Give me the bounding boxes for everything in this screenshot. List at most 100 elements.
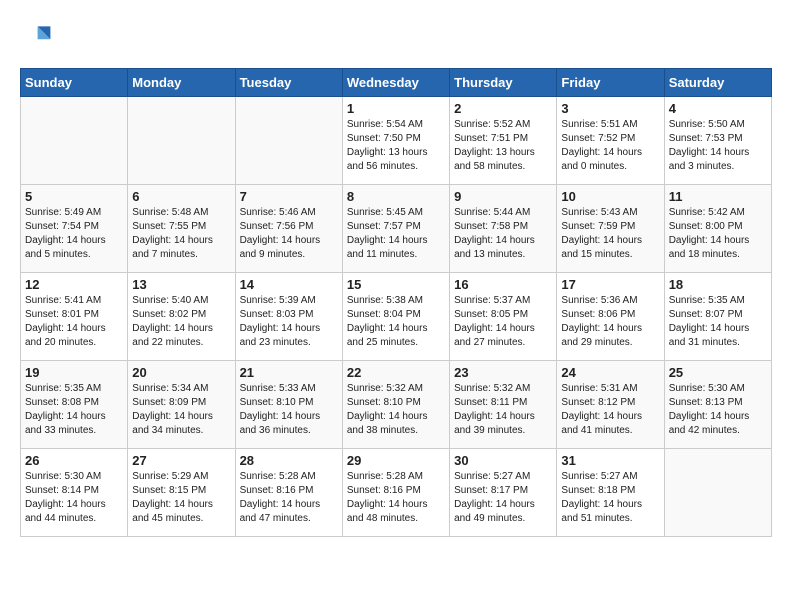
header-wednesday: Wednesday [342,69,449,97]
day-info: Sunrise: 5:40 AM Sunset: 8:02 PM Dayligh… [132,294,230,350]
calendar-day: 10 Sunrise: 5:43 AM Sunset: 7:59 PM Dayli… [557,185,664,273]
day-info: Sunrise: 5:48 AM Sunset: 7:55 PM Dayligh… [132,206,230,262]
calendar-day: 5 Sunrise: 5:49 AM Sunset: 7:54 PM Daylig… [21,185,128,273]
day-number: 27 [132,453,230,468]
calendar-day: 27 Sunrise: 5:29 AM Sunset: 8:15 PM Dayli… [128,449,235,537]
day-number: 29 [347,453,445,468]
calendar-day: 3 Sunrise: 5:51 AM Sunset: 7:52 PM Daylig… [557,97,664,185]
day-number: 13 [132,277,230,292]
calendar-day: 22Sunrise: 5:32 AM Sunset: 8:10 PM Dayli… [342,361,449,449]
calendar-day: 2Sunrise: 5:52 AM Sunset: 7:51 PM Daylig… [450,97,557,185]
logo-icon [20,20,52,52]
calendar-day: 7 Sunrise: 5:46 AM Sunset: 7:56 PM Daylig… [235,185,342,273]
calendar-table: SundayMondayTuesdayWednesdayThursdayFrid… [20,68,772,537]
day-info: Sunrise: 5:50 AM Sunset: 7:53 PM Dayligh… [669,118,767,174]
calendar-day: 26 Sunrise: 5:30 AM Sunset: 8:14 PM Dayli… [21,449,128,537]
calendar-day: 6 Sunrise: 5:48 AM Sunset: 7:55 PM Daylig… [128,185,235,273]
calendar-day: 24 Sunrise: 5:31 AM Sunset: 8:12 PM Dayli… [557,361,664,449]
day-number: 12 [25,277,123,292]
page-header [20,20,772,52]
calendar-day: 12Sunrise: 5:41 AM Sunset: 8:01 PM Dayli… [21,273,128,361]
day-info: Sunrise: 5:27 AM Sunset: 8:17 PM Dayligh… [454,470,552,526]
day-info: Sunrise: 5:37 AM Sunset: 8:05 PM Dayligh… [454,294,552,350]
calendar-day: 13 Sunrise: 5:40 AM Sunset: 8:02 PM Dayli… [128,273,235,361]
day-info: Sunrise: 5:28 AM Sunset: 8:16 PM Dayligh… [347,470,445,526]
calendar-day: 15 Sunrise: 5:38 AM Sunset: 8:04 PM Dayli… [342,273,449,361]
header-thursday: Thursday [450,69,557,97]
logo [20,20,56,52]
calendar-week-row: 19 Sunrise: 5:35 AM Sunset: 8:08 PM Dayli… [21,361,772,449]
calendar-day: 11 Sunrise: 5:42 AM Sunset: 8:00 PM Dayli… [664,185,771,273]
calendar-day: 1 Sunrise: 5:54 AM Sunset: 7:50 PM Daylig… [342,97,449,185]
calendar-day [664,449,771,537]
day-number: 4 [669,101,767,116]
day-info: Sunrise: 5:36 AM Sunset: 8:06 PM Dayligh… [561,294,659,350]
header-sunday: Sunday [21,69,128,97]
day-info: Sunrise: 5:35 AM Sunset: 8:08 PM Dayligh… [25,382,123,438]
day-info: Sunrise: 5:43 AM Sunset: 7:59 PM Dayligh… [561,206,659,262]
day-info: Sunrise: 5:39 AM Sunset: 8:03 PM Dayligh… [240,294,338,350]
day-info: Sunrise: 5:54 AM Sunset: 7:50 PM Dayligh… [347,118,445,174]
calendar-week-row: 5 Sunrise: 5:49 AM Sunset: 7:54 PM Daylig… [21,185,772,273]
calendar-day: 29 Sunrise: 5:28 AM Sunset: 8:16 PM Dayli… [342,449,449,537]
day-number: 5 [25,189,123,204]
day-info: Sunrise: 5:46 AM Sunset: 7:56 PM Dayligh… [240,206,338,262]
day-info: Sunrise: 5:38 AM Sunset: 8:04 PM Dayligh… [347,294,445,350]
day-info: Sunrise: 5:31 AM Sunset: 8:12 PM Dayligh… [561,382,659,438]
calendar-week-row: 26 Sunrise: 5:30 AM Sunset: 8:14 PM Dayli… [21,449,772,537]
day-number: 8 [347,189,445,204]
day-info: Sunrise: 5:32 AM Sunset: 8:10 PM Dayligh… [347,382,445,438]
calendar-day: 17 Sunrise: 5:36 AM Sunset: 8:06 PM Dayli… [557,273,664,361]
calendar-day: 14Sunrise: 5:39 AM Sunset: 8:03 PM Dayli… [235,273,342,361]
calendar-day: 28 Sunrise: 5:28 AM Sunset: 8:16 PM Dayli… [235,449,342,537]
day-number: 9 [454,189,552,204]
day-info: Sunrise: 5:51 AM Sunset: 7:52 PM Dayligh… [561,118,659,174]
day-number: 31 [561,453,659,468]
calendar-day: 16 Sunrise: 5:37 AM Sunset: 8:05 PM Dayli… [450,273,557,361]
day-info: Sunrise: 5:29 AM Sunset: 8:15 PM Dayligh… [132,470,230,526]
calendar-day: 30Sunrise: 5:27 AM Sunset: 8:17 PM Dayli… [450,449,557,537]
day-number: 17 [561,277,659,292]
calendar-day: 21 Sunrise: 5:33 AM Sunset: 8:10 PM Dayli… [235,361,342,449]
day-number: 24 [561,365,659,380]
day-number: 11 [669,189,767,204]
header-friday: Friday [557,69,664,97]
calendar-day: 19 Sunrise: 5:35 AM Sunset: 8:08 PM Dayli… [21,361,128,449]
calendar-header-row: SundayMondayTuesdayWednesdayThursdayFrid… [21,69,772,97]
day-info: Sunrise: 5:28 AM Sunset: 8:16 PM Dayligh… [240,470,338,526]
calendar-week-row: 1 Sunrise: 5:54 AM Sunset: 7:50 PM Daylig… [21,97,772,185]
day-info: Sunrise: 5:35 AM Sunset: 8:07 PM Dayligh… [669,294,767,350]
day-number: 18 [669,277,767,292]
day-info: Sunrise: 5:27 AM Sunset: 8:18 PM Dayligh… [561,470,659,526]
day-info: Sunrise: 5:34 AM Sunset: 8:09 PM Dayligh… [132,382,230,438]
day-number: 6 [132,189,230,204]
day-info: Sunrise: 5:49 AM Sunset: 7:54 PM Dayligh… [25,206,123,262]
day-number: 16 [454,277,552,292]
day-info: Sunrise: 5:30 AM Sunset: 8:13 PM Dayligh… [669,382,767,438]
day-number: 15 [347,277,445,292]
calendar-day: 4 Sunrise: 5:50 AM Sunset: 7:53 PM Daylig… [664,97,771,185]
calendar-day: 23Sunrise: 5:32 AM Sunset: 8:11 PM Dayli… [450,361,557,449]
calendar-day [21,97,128,185]
calendar-day: 25Sunrise: 5:30 AM Sunset: 8:13 PM Dayli… [664,361,771,449]
day-info: Sunrise: 5:42 AM Sunset: 8:00 PM Dayligh… [669,206,767,262]
calendar-day [128,97,235,185]
header-tuesday: Tuesday [235,69,342,97]
day-number: 21 [240,365,338,380]
day-info: Sunrise: 5:30 AM Sunset: 8:14 PM Dayligh… [25,470,123,526]
day-number: 7 [240,189,338,204]
day-number: 28 [240,453,338,468]
calendar-day: 31 Sunrise: 5:27 AM Sunset: 8:18 PM Dayli… [557,449,664,537]
day-number: 1 [347,101,445,116]
calendar-week-row: 12Sunrise: 5:41 AM Sunset: 8:01 PM Dayli… [21,273,772,361]
day-number: 19 [25,365,123,380]
day-info: Sunrise: 5:45 AM Sunset: 7:57 PM Dayligh… [347,206,445,262]
day-number: 2 [454,101,552,116]
day-number: 10 [561,189,659,204]
day-number: 3 [561,101,659,116]
day-info: Sunrise: 5:32 AM Sunset: 8:11 PM Dayligh… [454,382,552,438]
header-monday: Monday [128,69,235,97]
day-info: Sunrise: 5:44 AM Sunset: 7:58 PM Dayligh… [454,206,552,262]
day-number: 26 [25,453,123,468]
day-info: Sunrise: 5:33 AM Sunset: 8:10 PM Dayligh… [240,382,338,438]
